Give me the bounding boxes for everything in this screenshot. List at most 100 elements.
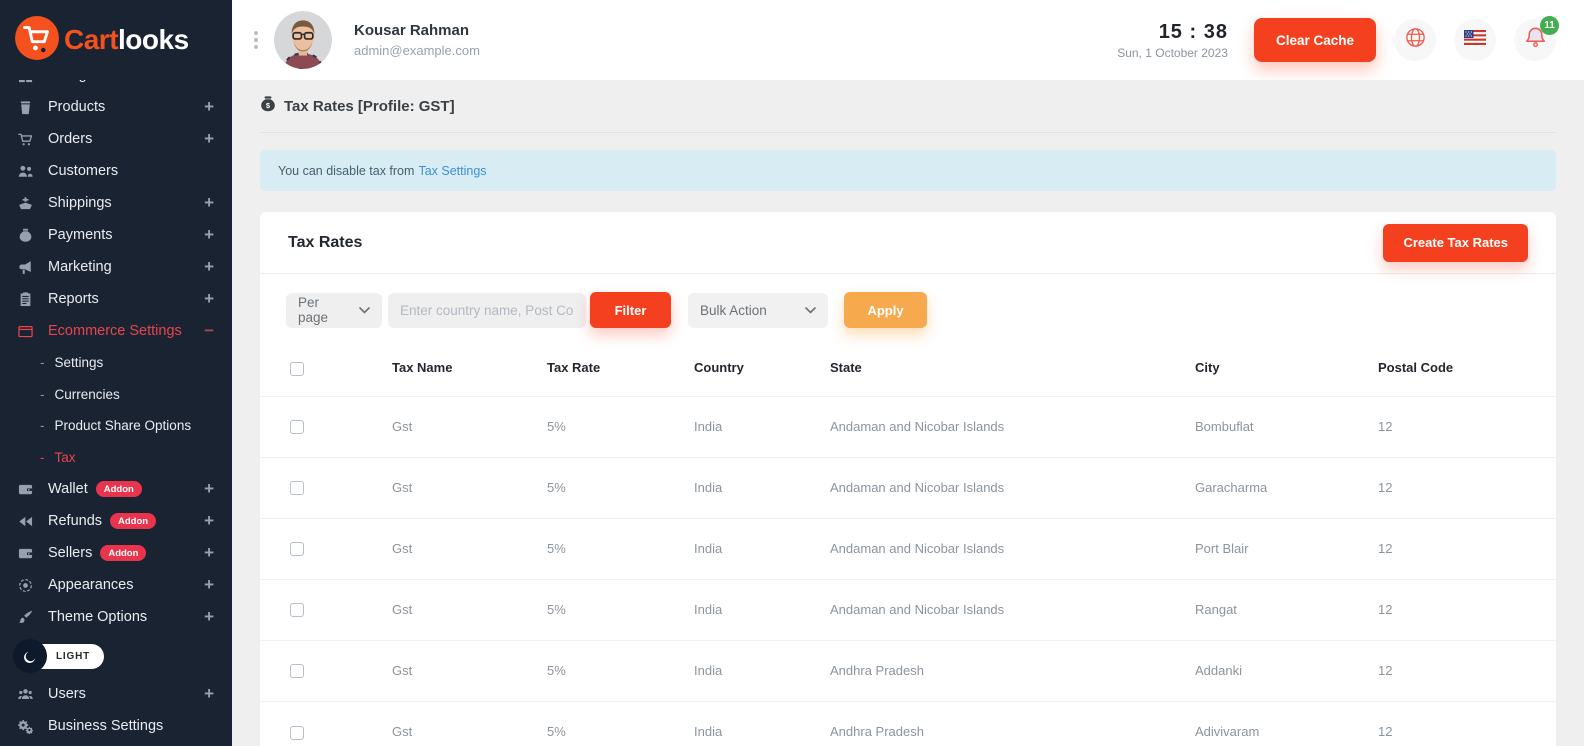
expand-plus-icon[interactable]: + bbox=[204, 575, 214, 595]
cell-country: India bbox=[694, 518, 830, 579]
expand-plus-icon[interactable]: + bbox=[204, 97, 214, 117]
cell-city: Port Blair bbox=[1195, 518, 1378, 579]
users-group-icon bbox=[18, 687, 48, 702]
sidebar-item-label: Sellers bbox=[48, 545, 92, 561]
sidebar-item-payments[interactable]: Payments + bbox=[0, 219, 232, 251]
cell-tax-rate: 5% bbox=[547, 701, 694, 746]
sidebar-item-users[interactable]: Users + bbox=[0, 678, 232, 710]
table-row: Gst5%IndiaAndaman and Nicobar IslandsRan… bbox=[260, 579, 1556, 640]
apply-button[interactable]: Apply bbox=[844, 292, 927, 328]
sidebar-item-orders[interactable]: Orders+ bbox=[0, 123, 232, 155]
cell-tax-name: Gst bbox=[392, 701, 547, 746]
sidebar-subitem-tax[interactable]: -Tax bbox=[0, 442, 232, 474]
expand-plus-icon[interactable]: + bbox=[204, 289, 214, 309]
clear-cache-button[interactable]: Clear Cache bbox=[1254, 18, 1376, 62]
column-header-tax-rate: Tax Rate bbox=[547, 344, 694, 396]
cell-state: Andhra Pradesh bbox=[830, 640, 1195, 701]
row-checkbox[interactable] bbox=[290, 603, 304, 617]
brand-logo[interactable]: Cartlooks bbox=[0, 0, 232, 80]
sidebar-item-categories[interactable]: Categories+ bbox=[0, 80, 232, 91]
addon-badge: Addon bbox=[110, 513, 156, 529]
expand-plus-icon[interactable]: + bbox=[204, 543, 214, 563]
expand-plus-icon[interactable]: + bbox=[204, 684, 214, 704]
cell-tax-rate: 5% bbox=[547, 518, 694, 579]
cell-country: India bbox=[694, 457, 830, 518]
per-page-select[interactable]: Per page bbox=[286, 293, 382, 328]
sidebar-item-wallet[interactable]: WalletAddon+ bbox=[0, 473, 232, 505]
expand-plus-icon[interactable]: + bbox=[204, 225, 214, 245]
expand-plus-icon[interactable]: + bbox=[204, 257, 214, 277]
sidebar-item-products[interactable]: Products+ bbox=[0, 91, 232, 123]
kebab-menu-icon[interactable] bbox=[254, 31, 258, 49]
card-header: Tax Rates Create Tax Rates bbox=[260, 212, 1556, 274]
chevron-down-icon bbox=[795, 307, 816, 314]
row-checkbox[interactable] bbox=[290, 542, 304, 556]
sidebar-item-appearances[interactable]: Appearances+ bbox=[0, 569, 232, 601]
sidebar-item-label: Users bbox=[48, 686, 196, 702]
filter-button[interactable]: Filter bbox=[590, 292, 671, 328]
sidebar-item-reports[interactable]: Reports + bbox=[0, 283, 232, 315]
sidebar-item-shippings[interactable]: Shippings+ bbox=[0, 187, 232, 219]
user-email: admin@example.com bbox=[354, 43, 480, 58]
search-input[interactable] bbox=[388, 293, 586, 328]
sidebar-item-sellers[interactable]: SellersAddon+ bbox=[0, 537, 232, 569]
table-row: Gst5%IndiaAndaman and Nicobar IslandsGar… bbox=[260, 457, 1556, 518]
cell-tax-name: Gst bbox=[392, 579, 547, 640]
sidebar-item-ecommerce-settings[interactable]: Ecommerce Settings− bbox=[0, 315, 232, 347]
select-all-checkbox[interactable] bbox=[290, 362, 304, 376]
expand-plus-icon[interactable]: + bbox=[204, 193, 214, 213]
subitem-dash: - bbox=[40, 387, 45, 402]
sidebar: Cartlooks Categories+Products+Orders+Cus… bbox=[0, 0, 232, 746]
cell-postal-code: 12 bbox=[1378, 396, 1556, 457]
notifications-widget[interactable]: 11 bbox=[1514, 19, 1556, 61]
cell-tax-rate: 5% bbox=[547, 579, 694, 640]
products-icon bbox=[18, 100, 48, 115]
browser-window-icon bbox=[18, 324, 48, 339]
paint-brush-icon bbox=[18, 610, 48, 625]
row-checkbox[interactable] bbox=[290, 664, 304, 678]
banner-text: You can disable tax from bbox=[278, 164, 414, 178]
sidebar-subitem-label: Tax bbox=[55, 450, 76, 465]
cell-tax-name: Gst bbox=[392, 518, 547, 579]
sidebar-item-label: Payments bbox=[48, 227, 196, 243]
row-checkbox[interactable] bbox=[290, 420, 304, 434]
expand-plus-icon[interactable]: + bbox=[204, 80, 214, 85]
brand-name: Cartlooks bbox=[64, 24, 189, 56]
sidebar-item-business-settings[interactable]: Business Settings bbox=[0, 710, 232, 742]
sidebar-item-label: Marketing bbox=[48, 259, 196, 275]
column-header-country: Country bbox=[694, 344, 830, 396]
cell-country: India bbox=[694, 640, 830, 701]
megaphone-icon bbox=[18, 260, 48, 275]
cell-postal-code: 12 bbox=[1378, 579, 1556, 640]
table-header-row: Tax NameTax RateCountryStateCityPostal C… bbox=[260, 344, 1556, 396]
topbar: Kousar Rahman admin@example.com 15 : 38 … bbox=[232, 0, 1584, 80]
theme-toggle[interactable]: LIGHT bbox=[16, 640, 112, 672]
sidebar-subitem-settings[interactable]: -Settings bbox=[0, 347, 232, 379]
expand-plus-icon[interactable]: + bbox=[204, 511, 214, 531]
expand-plus-icon[interactable]: + bbox=[204, 129, 214, 149]
create-tax-rates-button[interactable]: Create Tax Rates bbox=[1383, 224, 1528, 262]
sidebar-item-customers[interactable]: Customers bbox=[0, 155, 232, 187]
sidebar-subitem-currencies[interactable]: -Currencies bbox=[0, 379, 232, 411]
row-checkbox[interactable] bbox=[290, 726, 304, 740]
language-widget[interactable] bbox=[1394, 19, 1436, 61]
user-avatar[interactable] bbox=[274, 11, 332, 69]
bulk-action-select[interactable]: Bulk Action bbox=[688, 293, 828, 328]
row-checkbox[interactable] bbox=[290, 481, 304, 495]
sidebar-item-marketing[interactable]: Marketing + bbox=[0, 251, 232, 283]
sidebar-subitem-product-share-options[interactable]: -Product Share Options bbox=[0, 410, 232, 442]
app-root: Cartlooks Categories+Products+Orders+Cus… bbox=[0, 0, 1584, 746]
tax-settings-link[interactable]: Tax Settings bbox=[418, 164, 486, 178]
sidebar-item-label: Refunds bbox=[48, 513, 102, 529]
sidebar-item-refunds[interactable]: Refunds Addon + bbox=[0, 505, 232, 537]
sidebar-item-theme-options[interactable]: Theme Options+ bbox=[0, 601, 232, 633]
orders-cart-icon bbox=[18, 132, 48, 147]
tax-rates-table: Tax NameTax RateCountryStateCityPostal C… bbox=[260, 344, 1556, 746]
sidebar-item-label: Reports bbox=[48, 291, 196, 307]
expand-plus-icon[interactable]: + bbox=[204, 479, 214, 499]
collapse-minus-icon[interactable]: − bbox=[204, 321, 214, 341]
locale-widget[interactable] bbox=[1454, 19, 1496, 61]
cell-city: Bombuflat bbox=[1195, 396, 1378, 457]
expand-plus-icon[interactable]: + bbox=[204, 607, 214, 627]
table-row: Gst5%IndiaAndaman and Nicobar IslandsBom… bbox=[260, 396, 1556, 457]
